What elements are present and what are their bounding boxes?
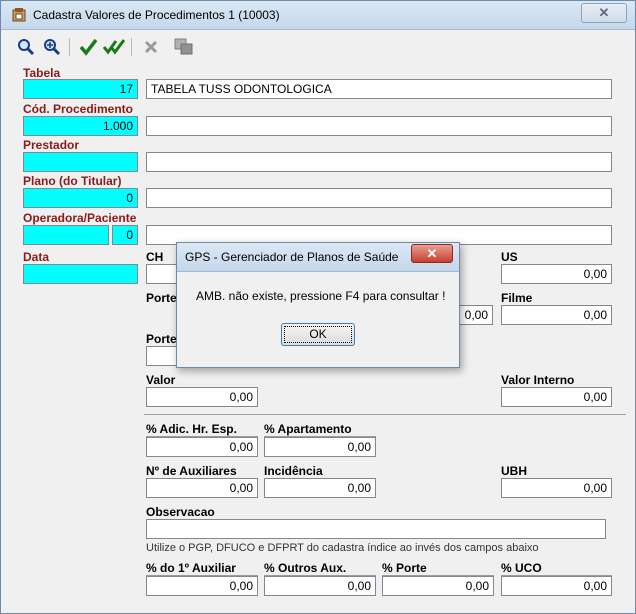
prestador-label: Prestador bbox=[23, 138, 80, 152]
apartamento-label: % Apartamento bbox=[264, 422, 352, 436]
outros-aux-label: % Outros Aux. bbox=[264, 561, 347, 575]
plano-label: Plano (do Titular) bbox=[23, 174, 122, 188]
toolbar bbox=[1, 30, 635, 62]
auxiliares-label: Nº de Auxiliares bbox=[146, 464, 237, 478]
adic-hr-label: % Adic. Hr. Esp. bbox=[146, 422, 237, 436]
porte-label: Porte bbox=[146, 291, 177, 305]
check-all-icon[interactable] bbox=[102, 36, 126, 58]
porte-pct-input[interactable]: 0,00 bbox=[382, 576, 494, 596]
uco-label: % UCO bbox=[501, 561, 542, 575]
observacao-input[interactable] bbox=[146, 519, 606, 539]
valor-input[interactable]: 0,00 bbox=[146, 387, 258, 407]
dialog-title: GPS - Gerenciador de Planos de Saúde bbox=[185, 250, 399, 264]
procedimento-desc-input[interactable] bbox=[146, 116, 612, 136]
plano-code-input[interactable]: 0 bbox=[23, 188, 138, 208]
primeiro-aux-label: % do 1º Auxiliar bbox=[146, 561, 236, 575]
operadora-label: Operadora/Paciente bbox=[23, 211, 137, 225]
apartamento-input[interactable]: 0,00 bbox=[264, 437, 376, 457]
porte-label-2: Porte bbox=[146, 332, 177, 346]
dialog-message: AMB. não existe, pressione F4 para consu… bbox=[196, 289, 446, 303]
prestador-desc-input[interactable] bbox=[146, 152, 612, 172]
prestador-code-input[interactable] bbox=[23, 152, 138, 172]
section-divider bbox=[144, 414, 626, 415]
us-input[interactable]: 0,00 bbox=[501, 264, 612, 284]
ubh-input[interactable]: 0,00 bbox=[501, 478, 612, 498]
data-input[interactable] bbox=[23, 264, 138, 284]
ch-label: CH bbox=[146, 250, 164, 264]
tabela-desc-input[interactable]: TABELA TUSS ODONTOLOGICA bbox=[146, 79, 612, 99]
window-close-button[interactable]: ✕ bbox=[581, 3, 627, 23]
outros-aux-input[interactable]: 0,00 bbox=[264, 576, 376, 596]
valor-interno-label: Valor Interno bbox=[501, 373, 575, 387]
check-icon[interactable] bbox=[77, 36, 99, 58]
cod-procedimento-input[interactable]: 1.000 bbox=[23, 116, 138, 136]
incidencia-input[interactable]: 0,00 bbox=[264, 478, 376, 498]
delete-icon[interactable] bbox=[140, 36, 162, 58]
search-icon[interactable] bbox=[15, 36, 37, 58]
message-dialog: GPS - Gerenciador de Planos de Saúde ✕ A… bbox=[176, 242, 460, 368]
plano-desc-input[interactable] bbox=[146, 188, 612, 208]
ubh-label: UBH bbox=[501, 464, 527, 478]
auxiliares-input[interactable]: 0,00 bbox=[146, 478, 258, 498]
toolbar-separator bbox=[69, 38, 70, 56]
valor-label: Valor bbox=[146, 373, 176, 387]
dialog-close-button[interactable]: ✕ bbox=[411, 244, 453, 263]
tabela-code-input[interactable]: 17 bbox=[23, 79, 138, 99]
tabela-label: Tabela bbox=[23, 66, 61, 80]
observacao-label: Observacao bbox=[146, 505, 215, 519]
title-bar[interactable]: Cadastra Valores de Procedimentos 1 (100… bbox=[1, 1, 635, 30]
paciente-code-input[interactable]: 0 bbox=[112, 225, 138, 245]
valor-interno-input[interactable]: 0,00 bbox=[501, 387, 612, 407]
search-next-icon[interactable] bbox=[41, 36, 63, 58]
cod-procedimento-label: Cód. Procedimento bbox=[23, 102, 134, 116]
primeiro-aux-input[interactable]: 0,00 bbox=[146, 576, 258, 596]
toolbar-separator bbox=[131, 38, 132, 56]
filme-input[interactable]: 0,00 bbox=[501, 305, 612, 325]
porte-pct-label: % Porte bbox=[382, 561, 427, 575]
adic-hr-input[interactable]: 0,00 bbox=[146, 437, 258, 457]
window-title: Cadastra Valores de Procedimentos 1 (100… bbox=[33, 8, 280, 22]
operadora-code-input[interactable] bbox=[23, 225, 109, 245]
uco-input[interactable]: 0,00 bbox=[501, 576, 612, 596]
us-label: US bbox=[501, 250, 518, 264]
filme-label: Filme bbox=[501, 291, 533, 305]
ok-button[interactable]: OK bbox=[281, 323, 355, 346]
data-label: Data bbox=[23, 250, 50, 264]
app-icon bbox=[12, 8, 26, 22]
dialog-title-bar[interactable]: GPS - Gerenciador de Planos de Saúde ✕ bbox=[177, 243, 459, 272]
info-note: Utilize o PGP, DFUCO e DFPRT do cadastra… bbox=[146, 542, 539, 554]
incidencia-label: Incidência bbox=[264, 464, 323, 478]
copy-icon[interactable] bbox=[173, 36, 195, 58]
